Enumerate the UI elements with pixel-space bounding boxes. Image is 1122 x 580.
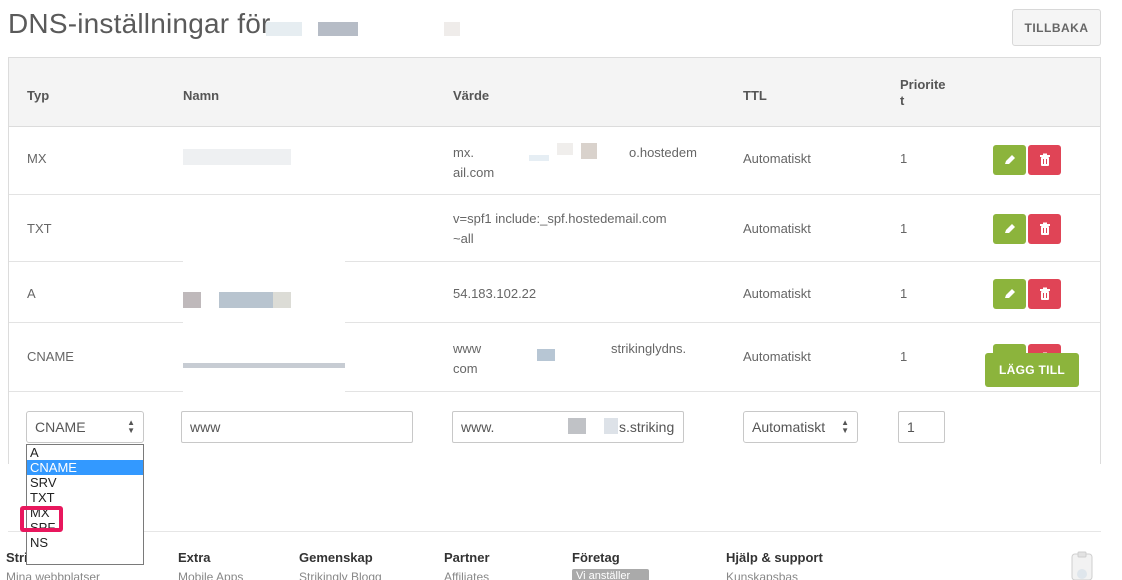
edit-button[interactable]	[993, 279, 1026, 309]
record-type: TXT	[27, 221, 52, 236]
type-dropdown-list: A CNAME SRV TXT MX SPF NS	[26, 444, 144, 565]
dns-records-table: Typ Namn Värde TTL Priorite t MX mx. o.h…	[8, 57, 1101, 464]
pencil-icon	[1004, 224, 1015, 233]
redacted-value	[529, 155, 549, 161]
footer-link[interactable]: Mobile Apps	[178, 570, 243, 580]
footer-col-company: Företag	[572, 550, 620, 565]
column-header-priority: Priorite t	[900, 77, 946, 108]
dns-settings-page: DNS-inställningar för TILLBAKA Typ Namn …	[0, 0, 1122, 580]
select-arrows-icon: ▲ ▼	[841, 418, 849, 435]
table-row: CNAME www strikinglydns. com Automatiskt…	[9, 323, 1100, 392]
record-value-line2: ~all	[453, 231, 474, 246]
table-row: A 54.183.102.22 Automatiskt 1	[9, 262, 1100, 323]
record-value: www	[453, 341, 482, 356]
table-row: TXT v=spf1 include:_spf.hostedemail.com …	[9, 195, 1100, 262]
redacted-domain	[444, 22, 460, 36]
record-ttl: Automatiskt	[743, 151, 811, 166]
record-value: 54.183.102.22	[453, 286, 537, 301]
column-header-type: Typ	[27, 88, 50, 103]
pencil-icon	[1004, 155, 1015, 164]
edit-button[interactable]	[993, 145, 1026, 175]
dropdown-option-cname[interactable]: CNAME	[27, 460, 143, 475]
record-type: CNAME	[27, 349, 74, 364]
redacted-name	[273, 292, 291, 308]
footer-link-badge[interactable]: Vi anställer	[572, 569, 649, 580]
record-type: A	[27, 286, 36, 301]
dropdown-option-ns[interactable]: NS	[27, 535, 143, 550]
add-button[interactable]: LÄGG TILL	[985, 353, 1079, 387]
record-priority: 1	[900, 349, 908, 364]
back-button[interactable]: TILLBAKA	[1012, 9, 1101, 46]
footer-link[interactable]: Mina webbplatser	[6, 570, 100, 580]
name-input[interactable]: www	[181, 411, 413, 443]
record-ttl: Automatiskt	[743, 286, 811, 301]
dropdown-option-a[interactable]: A	[27, 445, 143, 460]
trash-icon	[1039, 222, 1050, 235]
page-title: DNS-inställningar för	[8, 8, 271, 39]
redacted-name	[183, 149, 291, 165]
dropdown-option-txt[interactable]: TXT	[27, 490, 143, 505]
record-priority: 1	[900, 151, 908, 166]
record-value-suffix: o.hostedem	[629, 145, 697, 160]
column-header-ttl: TTL	[743, 88, 767, 103]
trash-icon	[1039, 287, 1050, 300]
record-ttl: Automatiskt	[743, 349, 811, 364]
value-input-prefix: www.	[461, 419, 495, 435]
delete-button[interactable]	[1028, 214, 1061, 244]
pencil-icon	[1004, 289, 1015, 298]
footer-link[interactable]: Affiliates	[444, 570, 489, 580]
type-select-value: CNAME	[35, 419, 86, 435]
table-header: Typ Namn Värde TTL Priorite t	[9, 58, 1100, 127]
select-arrows-icon: ▲ ▼	[127, 418, 135, 435]
record-priority: 1	[900, 286, 908, 301]
redacted-value	[581, 143, 597, 159]
footer-col-help: Hjälp & support	[726, 550, 823, 565]
column-header-value: Värde	[453, 88, 490, 103]
type-select[interactable]: CNAME ▲ ▼	[26, 411, 144, 443]
ttl-select-value: Automatiskt	[752, 419, 826, 435]
delete-button[interactable]	[1028, 279, 1061, 309]
redacted-domain	[318, 22, 358, 36]
delete-button[interactable]	[1028, 145, 1061, 175]
redacted-domain	[266, 22, 302, 36]
footer-col-extra: Extra	[178, 550, 211, 565]
record-value: mx.	[453, 145, 474, 160]
footer-link[interactable]: Strikingly Blogg	[299, 570, 382, 580]
redacted-name	[183, 292, 201, 308]
footer-col-partner: Partner	[444, 550, 490, 565]
redacted-value	[537, 349, 555, 361]
footer-divider	[8, 531, 1101, 532]
record-value-suffix: strikinglydns.	[611, 341, 687, 356]
redacted-value	[568, 418, 586, 434]
record-value-line2: ail.com	[453, 165, 495, 180]
footer-link[interactable]: Kunskapsbas	[726, 570, 798, 580]
record-ttl: Automatiskt	[743, 221, 811, 236]
record-value-line2: com	[453, 361, 478, 376]
redacted-value	[604, 418, 618, 434]
dropdown-option-srv[interactable]: SRV	[27, 475, 143, 490]
trash-icon	[1039, 153, 1050, 166]
redacted-name	[183, 363, 345, 368]
redacted-name	[219, 292, 273, 308]
footer-col-community: Gemenskap	[299, 550, 373, 565]
record-priority: 1	[900, 221, 908, 236]
redacted-value	[557, 143, 573, 155]
table-row: MX mx. o.hostedem ail.com Automatiskt 1	[9, 127, 1100, 195]
column-header-name: Namn	[183, 88, 220, 103]
record-type: MX	[27, 151, 47, 166]
record-value: v=spf1 include:_spf.hostedemail.com	[453, 211, 667, 226]
footer-col-strikingly: Stri	[6, 550, 28, 565]
priority-input[interactable]: 1	[898, 411, 945, 443]
support-icon[interactable]	[1066, 550, 1098, 580]
mx-highlight-box	[20, 506, 63, 532]
edit-button[interactable]	[993, 214, 1026, 244]
ttl-select[interactable]: Automatiskt ▲ ▼	[743, 411, 858, 443]
value-input-suffix: s.striking	[619, 419, 675, 435]
